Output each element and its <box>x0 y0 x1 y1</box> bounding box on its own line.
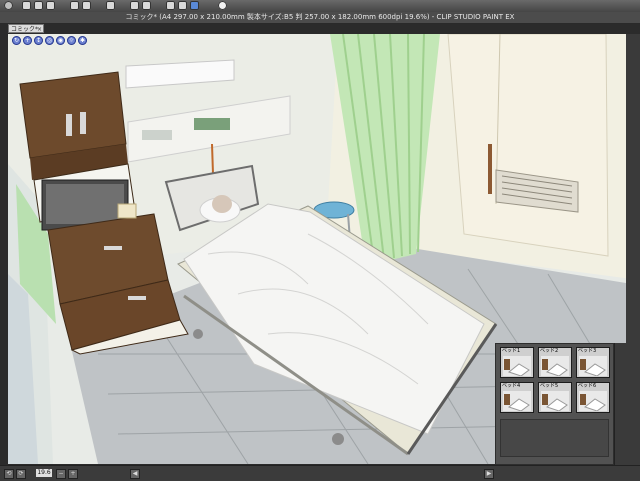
lasso-icon[interactable] <box>142 1 151 10</box>
material-preset-panel: ベッド1 ベッド2 ベッド3 ベッド4 ベッド5 ベッド6 <box>495 343 614 465</box>
nav-light-icon[interactable]: ☼ <box>67 36 76 45</box>
save-icon[interactable] <box>46 1 55 10</box>
help-icon[interactable] <box>218 1 227 10</box>
preset-thumb[interactable]: ベッド6 <box>576 382 610 413</box>
select-icon[interactable] <box>130 1 139 10</box>
color-icon[interactable] <box>190 1 199 10</box>
preset-label: ベッド3 <box>578 348 597 354</box>
title-bar: コミック* (A4 297.00 x 210.00mm 製本サイズ:B5 判 2… <box>0 12 640 24</box>
panel-scrollbar[interactable] <box>614 343 626 465</box>
pen-icon[interactable] <box>178 1 187 10</box>
preset-label: ベッド6 <box>578 383 597 389</box>
nav-pan-icon[interactable]: + <box>23 36 32 45</box>
nav-rotate-icon[interactable]: ↻ <box>12 36 21 45</box>
preset-label: ベッド4 <box>502 383 521 389</box>
nav-zoom-icon[interactable]: ↕ <box>34 36 43 45</box>
status-rotate-right-icon[interactable]: ⟳ <box>16 469 26 479</box>
tab-close-icon[interactable]: × <box>37 25 42 34</box>
camera-nav-toolbar: ↻ + ↕ ◎ ◉ ☼ ✱ <box>12 36 87 46</box>
status-rotate-left-icon[interactable]: ⟲ <box>4 469 14 479</box>
zoom-in-button[interactable]: + <box>68 469 78 479</box>
right-dock-edge <box>626 34 640 465</box>
new-file-icon[interactable] <box>22 1 31 10</box>
preset-detail-area <box>500 419 609 457</box>
nav-reset-icon[interactable]: ◎ <box>45 36 54 45</box>
preset-thumb[interactable]: ベッド5 <box>538 382 572 413</box>
preset-label: ベッド2 <box>540 348 559 354</box>
bed-thumbnail-icon <box>541 356 569 376</box>
bed-thumbnail-icon <box>541 391 569 411</box>
transform-icon[interactable] <box>106 1 115 10</box>
undo-icon[interactable] <box>70 1 79 10</box>
tab-canvas[interactable]: コミック* × <box>8 24 44 33</box>
bed-thumbnail-icon <box>579 391 607 411</box>
scroll-left-button[interactable]: ◀ <box>130 469 140 479</box>
window-title: コミック* (A4 297.00 x 210.00mm 製本サイズ:B5 判 2… <box>125 13 515 21</box>
zoom-field[interactable]: 19.6 <box>36 469 52 477</box>
preset-label: ベッド5 <box>540 383 559 389</box>
status-bar: ⟲ ⟳ 19.6 − + ◀ ▶ <box>0 465 640 481</box>
bed-thumbnail-icon <box>579 356 607 376</box>
open-file-icon[interactable] <box>34 1 43 10</box>
preset-thumb[interactable]: ベッド1 <box>500 347 534 378</box>
preset-thumb[interactable]: ベッド4 <box>500 382 534 413</box>
redo-icon[interactable] <box>82 1 91 10</box>
preset-thumb[interactable]: ベッド2 <box>538 347 572 378</box>
app-menu-icon[interactable] <box>4 1 13 10</box>
preset-grid: ベッド1 ベッド2 ベッド3 ベッド4 ベッド5 ベッド6 <box>500 347 610 413</box>
bed-thumbnail-icon <box>503 391 531 411</box>
scroll-right-button[interactable]: ▶ <box>484 469 494 479</box>
bed-thumbnail-icon <box>503 356 531 376</box>
tab-label: コミック* <box>11 26 39 33</box>
brush-icon[interactable] <box>166 1 175 10</box>
preset-label: ベッド1 <box>502 348 521 354</box>
zoom-out-button[interactable]: − <box>56 469 66 479</box>
preset-thumb[interactable]: ベッド3 <box>576 347 610 378</box>
nav-camera-icon[interactable]: ◉ <box>56 36 65 45</box>
nav-settings-icon[interactable]: ✱ <box>78 36 87 45</box>
